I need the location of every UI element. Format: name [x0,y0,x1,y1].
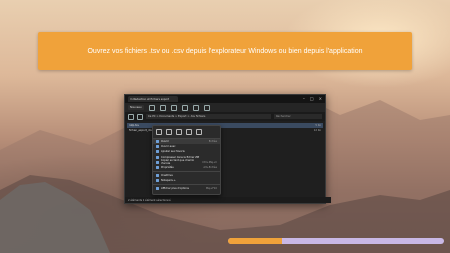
toolbar: Nouveau [125,103,325,112]
file-size: 12 Ko [313,129,321,132]
delete-icon[interactable] [196,129,202,135]
menu-item-shortcut: Entrée [208,140,217,144]
close-icon[interactable]: × [319,95,322,103]
file-size: 5 Ko [315,124,321,127]
open-with-icon [156,145,159,149]
cloud-icon [156,173,159,177]
star-icon [156,150,159,154]
minimize-icon[interactable]: – [303,95,305,103]
share-icon[interactable] [192,104,199,111]
notepad-icon [156,178,159,182]
copy-icon[interactable] [166,129,172,135]
status-bar: 2 éléments 1 élément sélectionné [125,197,331,203]
tab-title: m Rédaction et fichiers export [130,97,170,101]
share-icon[interactable] [186,129,192,135]
menu-item-shortcut: Ctrl+Maj+C [202,160,217,164]
open-icon [156,140,159,144]
video-progress-bar[interactable] [228,238,444,244]
explorer-tab[interactable]: m Rédaction et fichiers export [128,96,178,102]
menu-item-label: Ouvrir avec [161,145,176,149]
menu-item-label: Propriétés [161,166,174,170]
window-controls: – □ × [303,95,322,103]
properties-icon [156,166,159,170]
menu-divider [153,171,220,172]
menu-item-shortcut: Alt+Entrée [203,166,217,170]
zip-icon [156,155,159,159]
delete-icon[interactable] [203,104,210,111]
copy-icon[interactable] [159,104,166,111]
menu-item-shortcut: Maj+F10 [205,186,217,190]
rename-icon[interactable] [176,129,182,135]
maximize-icon[interactable]: □ [310,95,314,103]
search-input[interactable]: Rechercher [274,114,322,119]
menu-item-label: Ouvrir [161,140,169,144]
more-icon [156,186,159,190]
menu-item-label: Ajouter aux favoris [161,150,185,154]
menu-item-properties[interactable]: Propriétés Alt+Entrée [153,165,220,170]
menu-item-more-options[interactable]: Afficher plus d'options Maj+F10 [153,186,220,191]
file-name: ratp.tsv [129,124,140,127]
menu-item-label: Copier en tant que chemin d'accès [160,159,195,166]
path-icon [156,160,159,164]
forward-icon[interactable] [137,113,143,120]
menu-item-notepadpp[interactable]: Notepad++ [153,178,220,183]
progress-fill [228,238,282,244]
new-button[interactable]: Nouveau [128,105,144,110]
menu-divider [153,184,220,185]
cut-icon[interactable] [156,129,162,135]
address-bar-row: Ce PC > Documents > Export > .tsv fichie… [125,112,325,121]
context-quick-actions [153,126,220,139]
instruction-banner: Ouvrez vos fichiers .tsv ou .csv depuis … [38,32,412,70]
rename-icon[interactable] [181,104,188,111]
context-menu: Ouvrir Entrée Ouvrir avec Ajouter aux fav… [152,125,221,195]
banner-text: Ouvrez vos fichiers .tsv ou .csv depuis … [87,47,363,55]
back-icon[interactable] [128,113,134,120]
title-bar: m Rédaction et fichiers export – □ × [125,95,325,103]
menu-item-label: OneDrive [161,173,173,177]
paste-icon[interactable] [170,104,177,111]
address-bar[interactable]: Ce PC > Documents > Export > .tsv fichie… [146,114,271,119]
menu-item-label: Afficher plus d'options [161,186,189,190]
cut-icon[interactable] [148,104,155,111]
menu-item-label: Notepad++ [161,178,176,182]
